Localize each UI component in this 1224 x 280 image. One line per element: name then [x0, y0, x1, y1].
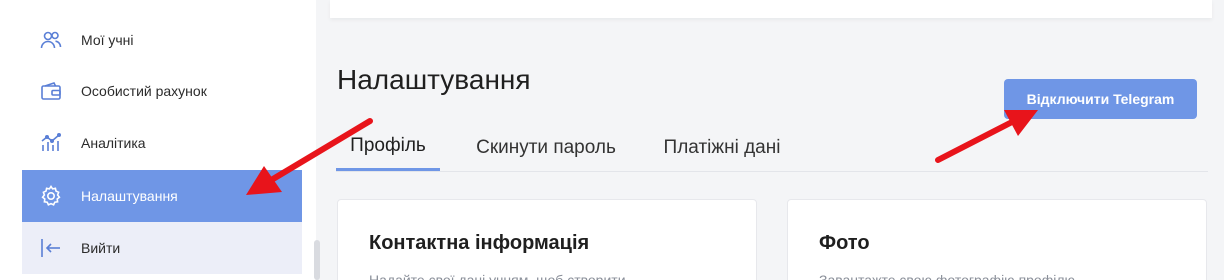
sidebar-item-label: Особистий рахунок — [81, 83, 207, 99]
sidebar-item-label: Аналітика — [81, 135, 146, 151]
card-subtitle: Надайте свої дані учням, щоб створити — [369, 272, 626, 280]
sidebar-item-label: Мої учні — [81, 32, 134, 48]
tab-payment-details[interactable]: Платіжні дані — [654, 124, 790, 171]
settings-tabs: Профіль Скинути пароль Платіжні дані — [336, 124, 1208, 172]
sidebar-item-settings[interactable]: Налаштування — [22, 170, 302, 222]
tab-reset-password[interactable]: Скинути пароль — [462, 124, 630, 171]
card-title: Фото — [819, 232, 870, 254]
contact-info-card: Контактна інформація Надайте свої дані у… — [337, 199, 757, 280]
wallet-icon — [39, 79, 63, 103]
card-title: Контактна інформація — [369, 232, 590, 254]
analytics-icon — [39, 131, 63, 155]
photo-card: Фото Завантажте свою фотографію профілю — [787, 199, 1207, 280]
sidebar: Мої учні Особистий рахунок Аналітика Нал… — [0, 0, 316, 280]
tab-profile[interactable]: Профіль — [336, 124, 440, 171]
disconnect-telegram-button[interactable]: Відключити Telegram — [1004, 79, 1197, 119]
logout-icon — [39, 236, 63, 260]
sidebar-item-analytics[interactable]: Аналітика — [22, 117, 302, 169]
gear-icon — [39, 184, 63, 208]
card-subtitle: Завантажте свою фотографію профілю — [819, 272, 1076, 280]
sidebar-item-logout[interactable]: Вийти — [22, 222, 302, 274]
sidebar-item-personal-account[interactable]: Особистий рахунок — [22, 65, 302, 117]
top-bar — [330, 0, 1212, 18]
users-icon — [39, 28, 63, 52]
sidebar-item-label: Вийти — [81, 240, 121, 256]
sidebar-scrollbar[interactable] — [314, 240, 320, 280]
page-title: Налаштування — [337, 64, 531, 95]
sidebar-item-label: Налаштування — [81, 188, 178, 204]
sidebar-item-my-students[interactable]: Мої учні — [22, 14, 302, 66]
